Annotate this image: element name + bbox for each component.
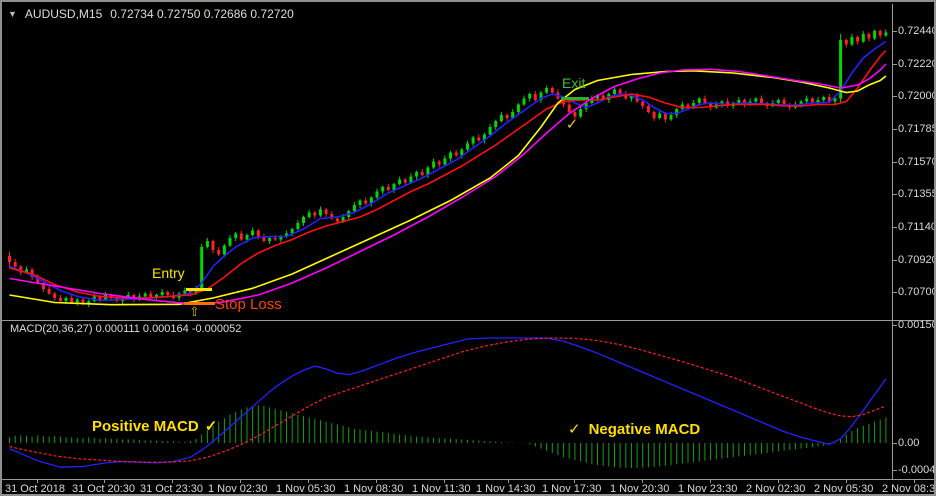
negative-macd-label: Negative MACD bbox=[588, 421, 701, 438]
time-axis-label: 1 Nov 08:30 bbox=[344, 483, 404, 495]
price-axis-label: 0.70700 bbox=[898, 286, 936, 298]
price-axis-label: 0.71140 bbox=[898, 221, 936, 233]
time-axis-label: 1 Nov 20:30 bbox=[610, 483, 670, 495]
stop-loss-annotation[interactable]: Stop Loss bbox=[215, 296, 282, 313]
axis-ticks bbox=[37, 31, 915, 483]
macd-axis-label: 0.00 bbox=[898, 437, 920, 449]
positive-macd-check-icon: ✓ bbox=[204, 418, 218, 435]
time-axis-label: 31 Oct 23:30 bbox=[140, 483, 203, 495]
time-axis-label: 2 Nov 08:30 bbox=[882, 483, 936, 495]
entry-annotation[interactable]: Entry bbox=[152, 265, 185, 281]
macd-axis-label: -0.000445 bbox=[898, 464, 936, 476]
ohlc-values: 0.72734 0.72750 0.72686 0.72720 bbox=[110, 7, 294, 21]
macd-axis-label: 0.001503 bbox=[898, 319, 934, 331]
exit-annotation[interactable]: Exit bbox=[562, 75, 585, 91]
mt4-chart-window: ▼ AUDUSD,M15 0.72734 0.72750 0.72686 0.7… bbox=[0, 0, 936, 496]
symbol-period-label: AUDUSD,M15 bbox=[24, 7, 103, 21]
price-axis-label: 0.72440 bbox=[898, 25, 936, 37]
time-axis-label: 1 Nov 17:30 bbox=[542, 483, 602, 495]
candles-layer bbox=[8, 29, 888, 307]
time-axis-label: 2 Nov 02:30 bbox=[746, 483, 806, 495]
time-axis-label: 31 Oct 20:30 bbox=[72, 483, 135, 495]
time-axis-label: 1 Nov 14:30 bbox=[476, 483, 536, 495]
price-axis-label: 0.71570 bbox=[898, 156, 936, 168]
entry-level-line[interactable] bbox=[186, 288, 212, 291]
chart-title-bar: ▼ AUDUSD,M15 0.72734 0.72750 0.72686 0.7… bbox=[8, 7, 294, 21]
price-axis-label: 0.71355 bbox=[898, 188, 936, 200]
price-axis-label: 0.72000 bbox=[898, 90, 936, 102]
macd-indicator-label: MACD(20,36,27) 0.000111 0.000164 -0.0000… bbox=[10, 323, 242, 335]
ma-yellow-slow bbox=[9, 69, 887, 306]
time-axis-label: 1 Nov 05:30 bbox=[276, 483, 336, 495]
time-axis-label: 1 Nov 02:30 bbox=[208, 483, 268, 495]
negative-macd-check-icon: ✓ bbox=[568, 421, 581, 438]
exit-level-line[interactable] bbox=[561, 97, 589, 100]
positive-macd-label: Positive MACD bbox=[92, 418, 199, 435]
price-axis-label: 0.72220 bbox=[898, 58, 936, 70]
ma-red-medium bbox=[9, 49, 887, 299]
time-axis-label: 1 Nov 11:30 bbox=[412, 483, 471, 495]
ma-blue-fast bbox=[9, 40, 887, 302]
positive-macd-annotation[interactable]: Positive MACD ✓ bbox=[92, 417, 217, 435]
price-axis-label: 0.71785 bbox=[898, 123, 936, 135]
macd-line bbox=[9, 337, 887, 468]
time-axis-label: 31 Oct 2018 bbox=[5, 483, 65, 495]
symbol-dropdown-icon[interactable]: ▼ bbox=[8, 9, 17, 19]
exit-checkmark-icon[interactable]: ✓ bbox=[566, 116, 578, 133]
negative-macd-annotation[interactable]: ✓ Negative MACD bbox=[568, 420, 700, 438]
stop-arrow-icon[interactable]: ⇧ bbox=[189, 304, 200, 320]
time-axis-label: 2 Nov 05:30 bbox=[814, 483, 874, 495]
macd-signal-line bbox=[9, 337, 887, 463]
time-axis-label: 1 Nov 23:30 bbox=[678, 483, 738, 495]
macd-histogram bbox=[9, 405, 887, 468]
price-axis-label: 0.70920 bbox=[898, 254, 936, 266]
